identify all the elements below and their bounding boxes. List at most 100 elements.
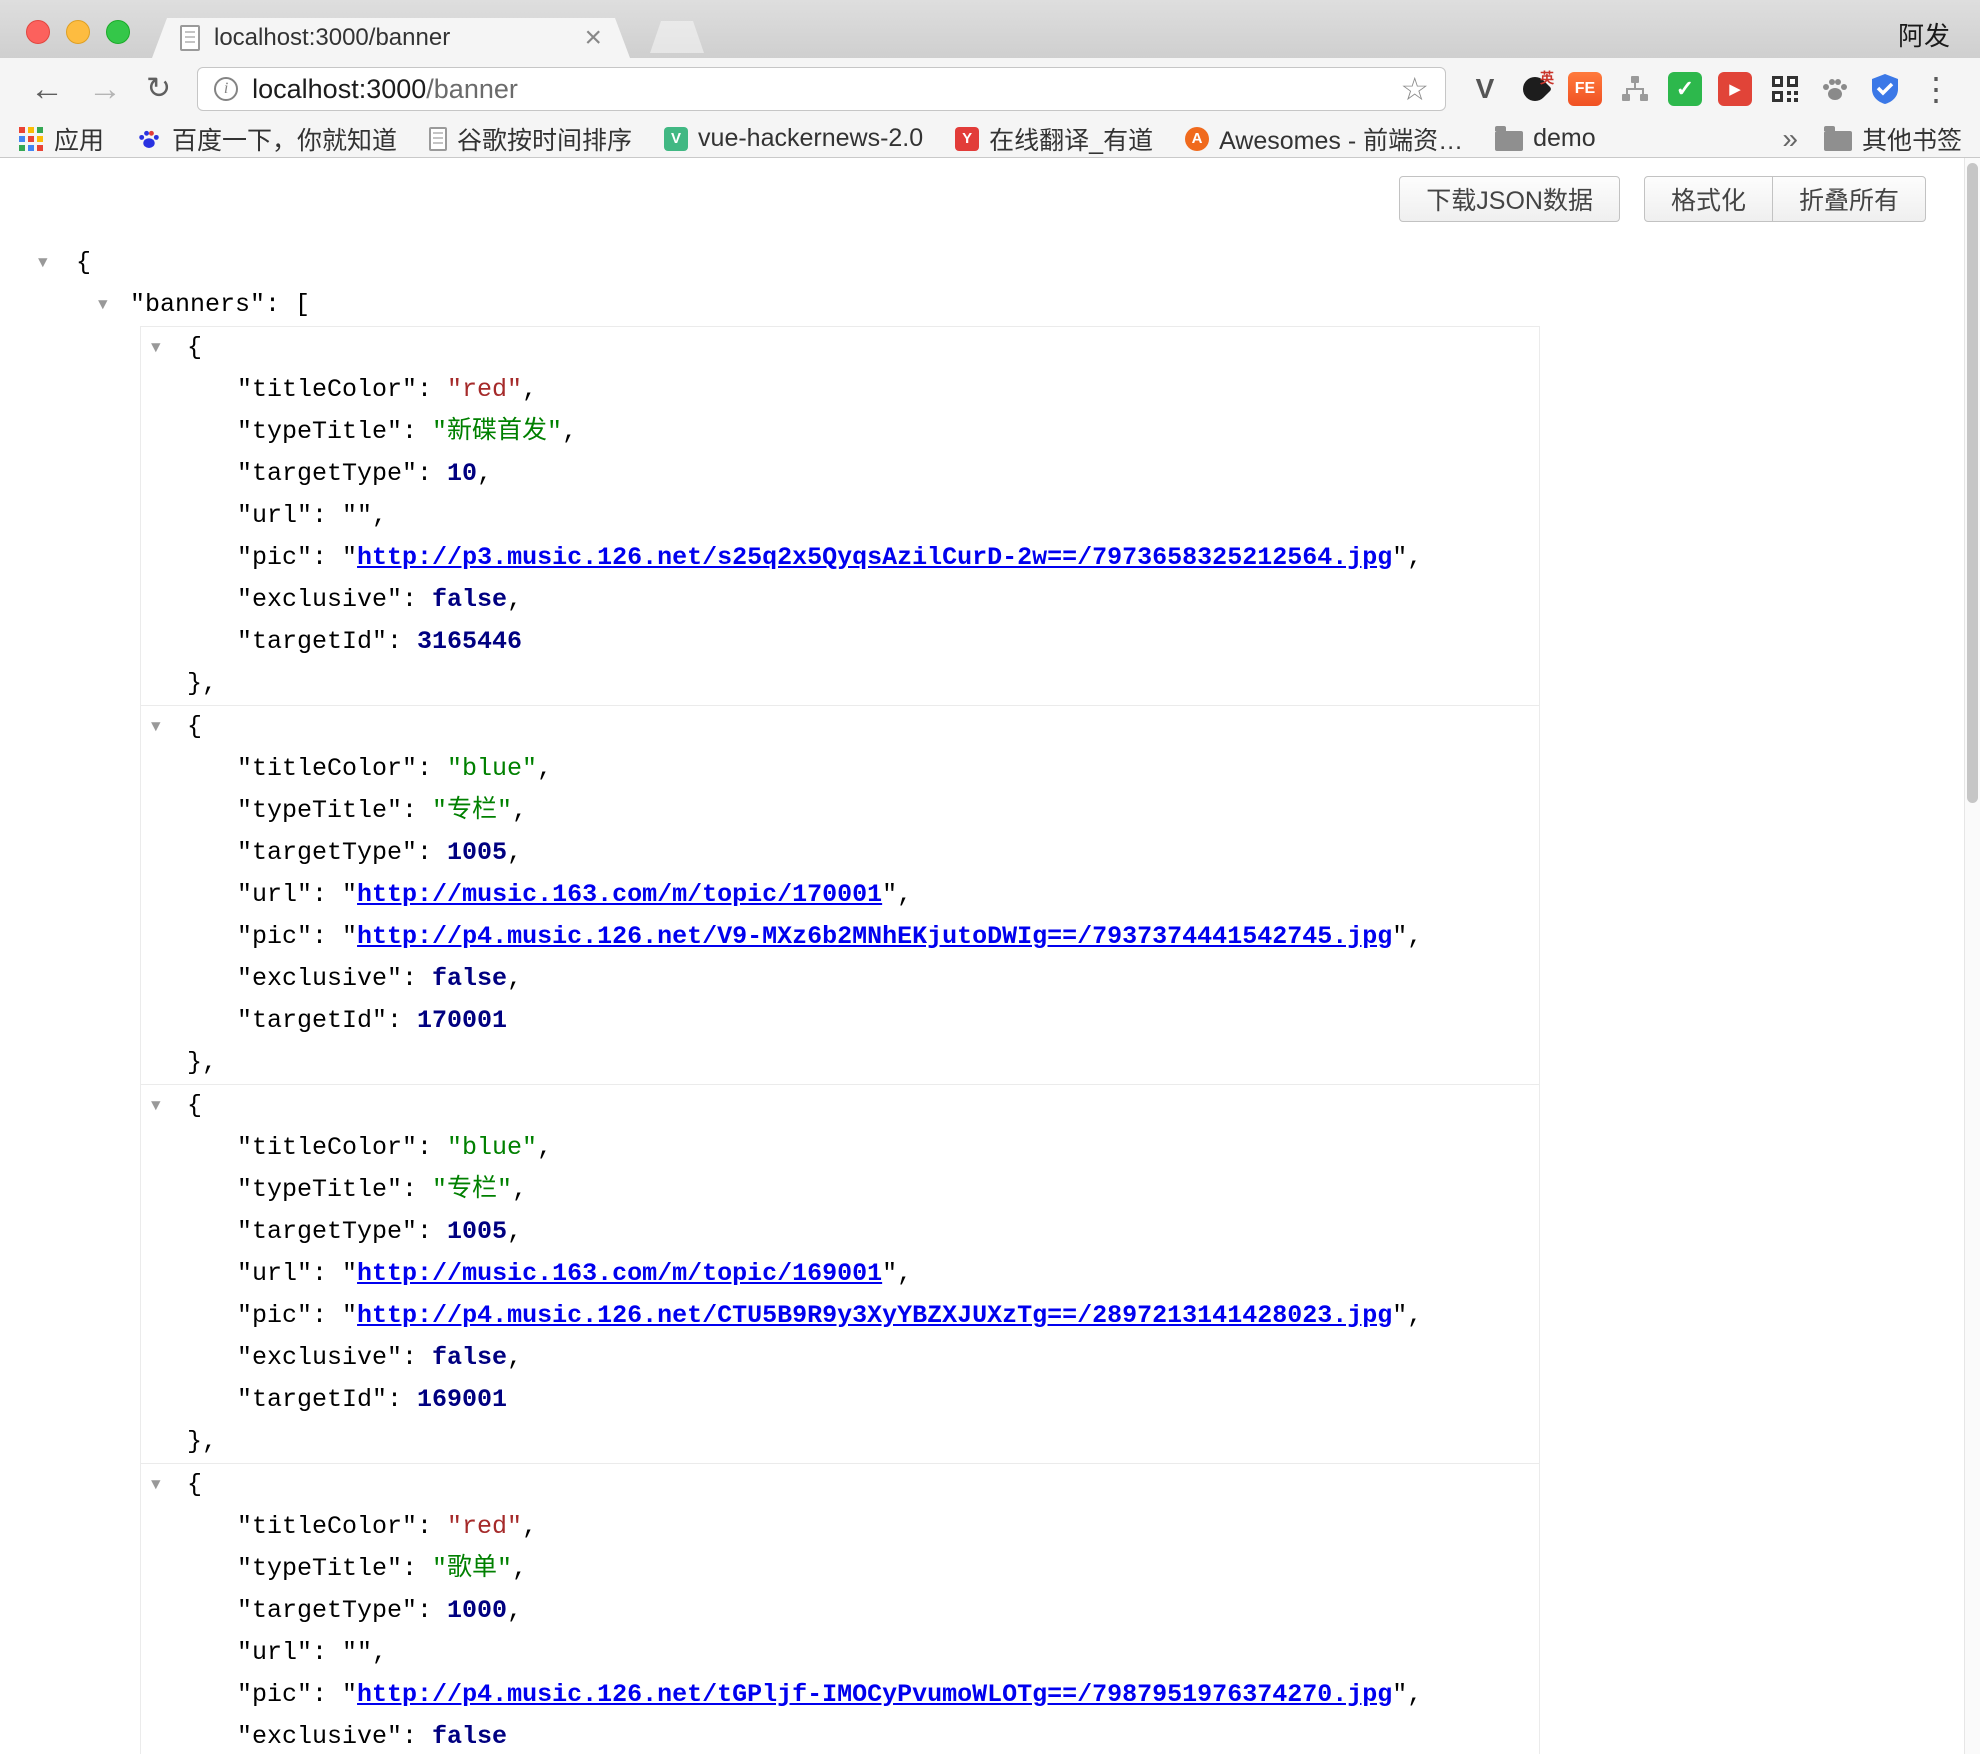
- json-value: false: [432, 585, 507, 614]
- translate-extension-icon[interactable]: 英: [1514, 68, 1556, 110]
- collapse-all-button[interactable]: 折叠所有: [1772, 176, 1926, 222]
- json-object-block: ▼{"titleColor": "blue","typeTitle": "专栏"…: [140, 705, 1540, 1085]
- qrcode-extension-icon[interactable]: [1764, 68, 1806, 110]
- json-link[interactable]: http://music.163.com/m/topic/170001: [357, 880, 882, 909]
- green-extension-icon[interactable]: ✓: [1664, 68, 1706, 110]
- json-key: "titleColor": [237, 1133, 417, 1162]
- bookmark-item-google-sort[interactable]: 谷歌按时间排序: [429, 121, 632, 157]
- format-button[interactable]: 格式化: [1644, 176, 1773, 222]
- bookmarks-right-group: » 其他书签: [1782, 121, 1962, 157]
- json-link[interactable]: http://p4.music.126.net/V9-MXz6b2MNhEKju…: [357, 922, 1392, 951]
- download-json-button[interactable]: 下载JSON数据: [1399, 176, 1620, 222]
- bookmark-label: 百度一下，你就知道: [172, 121, 397, 157]
- tab-title: localhost:3000/banner: [214, 24, 584, 52]
- json-key: "pic": [237, 1680, 312, 1709]
- json-line: "targetId": 170001: [141, 1000, 1539, 1042]
- orgchart-extension-icon[interactable]: [1614, 68, 1656, 110]
- json-line: ▼{: [0, 242, 1980, 284]
- bookmark-item-baidu[interactable]: 百度一下，你就知道: [136, 121, 397, 157]
- json-link[interactable]: http://p4.music.126.net/tGPljf-IMOCyPvum…: [357, 1680, 1392, 1709]
- bookmarks-bar: 应用 百度一下，你就知道 谷歌按时间排序 V vue-hackernews-2.…: [0, 120, 1980, 158]
- tab-close-icon[interactable]: ×: [584, 23, 602, 53]
- json-key: "url": [237, 880, 312, 909]
- bookmark-item-apps[interactable]: 应用: [18, 121, 104, 157]
- json-link[interactable]: http://music.163.com/m/topic/169001: [357, 1259, 882, 1288]
- json-line: "pic": "http://p4.music.126.net/V9-MXz6b…: [141, 916, 1539, 958]
- json-key: "titleColor": [237, 1512, 417, 1541]
- collapse-toggle-icon[interactable]: ▼: [151, 706, 161, 748]
- json-line: "targetType": 1005,: [141, 1211, 1539, 1253]
- bookmark-item-vue-hackernews[interactable]: V vue-hackernews-2.0: [664, 124, 923, 153]
- new-tab-button[interactable]: [650, 21, 704, 53]
- json-key: "targetType": [237, 1217, 417, 1246]
- page-info-icon[interactable]: i: [214, 77, 238, 101]
- vertical-scrollbar[interactable]: [1964, 158, 1980, 1754]
- collapse-toggle-icon[interactable]: ▼: [151, 1464, 161, 1506]
- fehelper-extension-icon[interactable]: FE: [1564, 68, 1606, 110]
- video-extension-icon[interactable]: ▶: [1714, 68, 1756, 110]
- url-text: localhost:3000/banner: [252, 74, 518, 105]
- back-button[interactable]: ←: [18, 72, 76, 106]
- json-key: "titleColor": [237, 375, 417, 404]
- json-value: "歌单": [432, 1554, 512, 1583]
- bookmark-item-other-bookmarks[interactable]: 其他书签: [1824, 121, 1962, 157]
- collapse-toggle-icon[interactable]: ▼: [151, 327, 161, 369]
- json-line: "pic": "http://p3.music.126.net/s25q2x5Q…: [141, 537, 1539, 579]
- bookmark-label: 谷歌按时间排序: [457, 121, 632, 157]
- json-key: "pic": [237, 1301, 312, 1330]
- json-line: "targetId": 3165446: [141, 621, 1539, 663]
- bookmark-label: 在线翻译_有道: [989, 121, 1153, 157]
- address-bar[interactable]: i localhost:3000/banner ☆: [197, 67, 1446, 111]
- profile-name: 阿发: [1898, 16, 1950, 53]
- json-line: ▼{: [141, 327, 1539, 369]
- bookmark-label: Awesomes - 前端资…: [1219, 121, 1463, 157]
- vimium-extension-icon[interactable]: V: [1464, 68, 1506, 110]
- window-close-button[interactable]: [26, 20, 50, 44]
- bookmark-label: vue-hackernews-2.0: [698, 124, 923, 153]
- scrollbar-thumb[interactable]: [1967, 163, 1978, 803]
- collapse-toggle-icon[interactable]: ▼: [98, 284, 108, 326]
- json-line: "targetType": 10,: [141, 453, 1539, 495]
- bookmark-item-demo[interactable]: demo: [1495, 124, 1596, 153]
- bookmarks-overflow-icon[interactable]: »: [1782, 123, 1798, 155]
- json-link[interactable]: http://p3.music.126.net/s25q2x5QyqsAzilC…: [357, 543, 1392, 572]
- collapse-toggle-icon[interactable]: ▼: [38, 242, 48, 284]
- json-key: "banners": [130, 290, 265, 319]
- json-value: 1005: [447, 838, 507, 867]
- json-object-block: ▼{"titleColor": "red","typeTitle": "歌单",…: [140, 1463, 1540, 1754]
- browser-tab[interactable]: localhost:3000/banner ×: [152, 18, 630, 58]
- browser-menu-icon[interactable]: ⋮: [1910, 70, 1962, 108]
- json-line: "url": "",: [141, 1632, 1539, 1674]
- json-value: false: [432, 964, 507, 993]
- window-zoom-button[interactable]: [106, 20, 130, 44]
- json-value: "新碟首发": [432, 417, 562, 446]
- json-key: "typeTitle": [237, 1554, 402, 1583]
- paw-extension-icon[interactable]: [1814, 68, 1856, 110]
- bookmark-label: demo: [1533, 124, 1596, 153]
- json-object-block: ▼{"titleColor": "blue","typeTitle": "专栏"…: [140, 1084, 1540, 1464]
- json-value: 170001: [417, 1006, 507, 1035]
- url-host: localhost:3000: [252, 74, 426, 104]
- json-link[interactable]: http://p4.music.126.net/CTU5B9R9y3XyYBZX…: [357, 1301, 1392, 1330]
- json-key: "typeTitle": [237, 417, 402, 446]
- bookmark-star-icon[interactable]: ☆: [1400, 70, 1429, 108]
- json-key: "url": [237, 1259, 312, 1288]
- page-icon: [429, 127, 447, 151]
- collapse-toggle-icon[interactable]: ▼: [151, 1085, 161, 1127]
- window-minimize-button[interactable]: [66, 20, 90, 44]
- security-shield-extension-icon[interactable]: [1864, 68, 1906, 110]
- json-value: 10: [447, 459, 477, 488]
- reload-button[interactable]: ↻: [134, 74, 183, 104]
- bookmark-item-youdao[interactable]: Y 在线翻译_有道: [955, 121, 1153, 157]
- bookmark-item-awesomes[interactable]: A Awesomes - 前端资…: [1185, 121, 1463, 157]
- forward-button[interactable]: →: [76, 72, 134, 106]
- json-value: "": [342, 1638, 372, 1667]
- json-key: "exclusive": [237, 1343, 402, 1372]
- baidu-paw-icon: [136, 126, 162, 152]
- bookmark-label: 应用: [54, 121, 104, 157]
- json-line: },: [141, 1042, 1539, 1084]
- json-key: "exclusive": [237, 585, 402, 614]
- json-line: "exclusive": false: [141, 1716, 1539, 1754]
- json-value: 3165446: [417, 627, 522, 656]
- json-key: "pic": [237, 543, 312, 572]
